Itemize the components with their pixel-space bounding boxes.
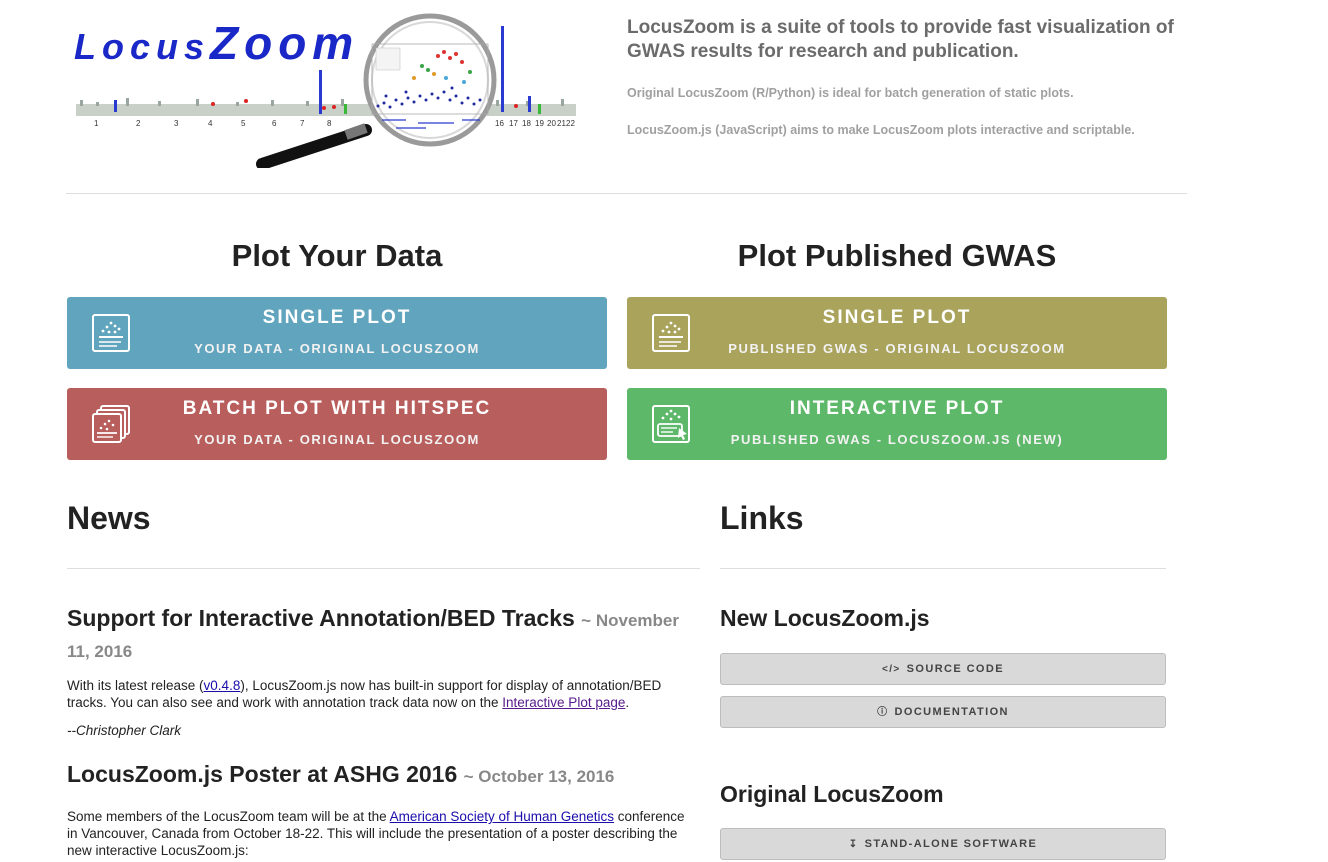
button-title: BATCH PLOT WITH HITSPEC	[182, 398, 492, 419]
svg-text:22: 22	[566, 119, 575, 128]
svg-text:19: 19	[535, 119, 544, 128]
svg-text:17: 17	[509, 119, 518, 128]
button-title: SINGLE PLOT	[822, 307, 972, 328]
button-title: SINGLE PLOT	[262, 307, 412, 328]
documentation-button[interactable]: ⓘ DOCUMENTATION	[720, 696, 1166, 728]
links-group-title: Original LocusZoom	[720, 781, 944, 807]
release-link[interactable]: v0.4.8	[204, 678, 241, 693]
button-subtitle: YOUR DATA - ORIGINAL LOCUSZOOM	[194, 432, 480, 447]
news-item-title: LocusZoom.js Poster at ASHG 2016 ~ Octob…	[67, 761, 615, 787]
svg-text:2: 2	[136, 119, 141, 128]
news-item-signature: --Christopher Clark	[67, 723, 182, 738]
svg-text:3: 3	[174, 119, 179, 128]
links-group-title: New LocusZoom.js	[720, 605, 930, 631]
svg-text:4: 4	[208, 119, 213, 128]
svg-text:18: 18	[522, 119, 531, 128]
button-subtitle: PUBLISHED GWAS - LOCUSZOOM.JS (NEW)	[730, 432, 1064, 447]
single-plot-your-data-button[interactable]: SINGLE PLOT YOUR DATA - ORIGINAL LOCUSZO…	[67, 297, 607, 369]
svg-text:16: 16	[495, 119, 504, 128]
links-divider	[720, 568, 1166, 569]
standalone-software-button[interactable]: ↧ STAND-ALONE SOFTWARE	[720, 828, 1166, 860]
locuszoom-logo[interactable]: LocusZoom 123 456 7 8 16 17 18 19 20 21 22	[66, 8, 596, 168]
news-item-date: ~ October 13, 2016	[463, 767, 615, 786]
svg-text:5: 5	[241, 119, 246, 128]
info-icon: ⓘ	[877, 707, 889, 718]
interactive-plot-button[interactable]: INTERACTIVE PLOT PUBLISHED GWAS - LOCUSZ…	[627, 388, 1167, 460]
download-icon: ↧	[848, 839, 859, 850]
single-plot-published-gwas-button[interactable]: SINGLE PLOT PUBLISHED GWAS - ORIGINAL LO…	[627, 297, 1167, 369]
news-divider	[67, 568, 700, 569]
batch-plot-hitspec-button[interactable]: BATCH PLOT WITH HITSPEC YOUR DATA - ORIG…	[67, 388, 607, 460]
intro-line-original: Original LocusZoom (R/Python) is ideal f…	[627, 86, 1074, 100]
ashg-link[interactable]: American Society of Human Genetics	[390, 809, 614, 824]
interactive-plot-page-link[interactable]: Interactive Plot page	[502, 695, 625, 710]
svg-text:20: 20	[547, 119, 556, 128]
intro-headline: LocusZoom is a suite of tools to provide…	[627, 17, 1174, 62]
news-item-title: Support for Interactive Annotation/BED T…	[67, 605, 679, 661]
news-heading: News	[67, 500, 151, 536]
button-subtitle: YOUR DATA - ORIGINAL LOCUSZOOM	[194, 341, 480, 356]
button-title: INTERACTIVE PLOT	[789, 398, 1005, 419]
news-item-body: With its latest release (v0.4.8), LocusZ…	[67, 678, 662, 710]
button-subtitle: PUBLISHED GWAS - ORIGINAL LOCUSZOOM	[728, 341, 1066, 356]
links-heading: Links	[720, 500, 804, 536]
section-title-plot-published-gwas: Plot Published GWAS	[737, 238, 1057, 273]
code-icon: </>	[882, 664, 901, 675]
svg-text:8: 8	[327, 119, 332, 128]
svg-text:6: 6	[272, 119, 277, 128]
header-divider	[66, 193, 1187, 194]
source-code-button[interactable]: </> SOURCE CODE	[720, 653, 1166, 685]
svg-text:1: 1	[94, 119, 99, 128]
news-item-body: Some members of the LocusZoom team will …	[67, 809, 685, 858]
manhattan-plot-illustration: 123 456 7 8 16 17 18 19 20 21 22	[76, 13, 576, 168]
svg-text:7: 7	[300, 119, 305, 128]
intro-line-js: LocusZoom.js (JavaScript) aims to make L…	[627, 123, 1135, 137]
section-title-plot-your-data: Plot Your Data	[231, 238, 443, 273]
intro-block: LocusZoom is a suite of tools to provide…	[627, 16, 1187, 137]
